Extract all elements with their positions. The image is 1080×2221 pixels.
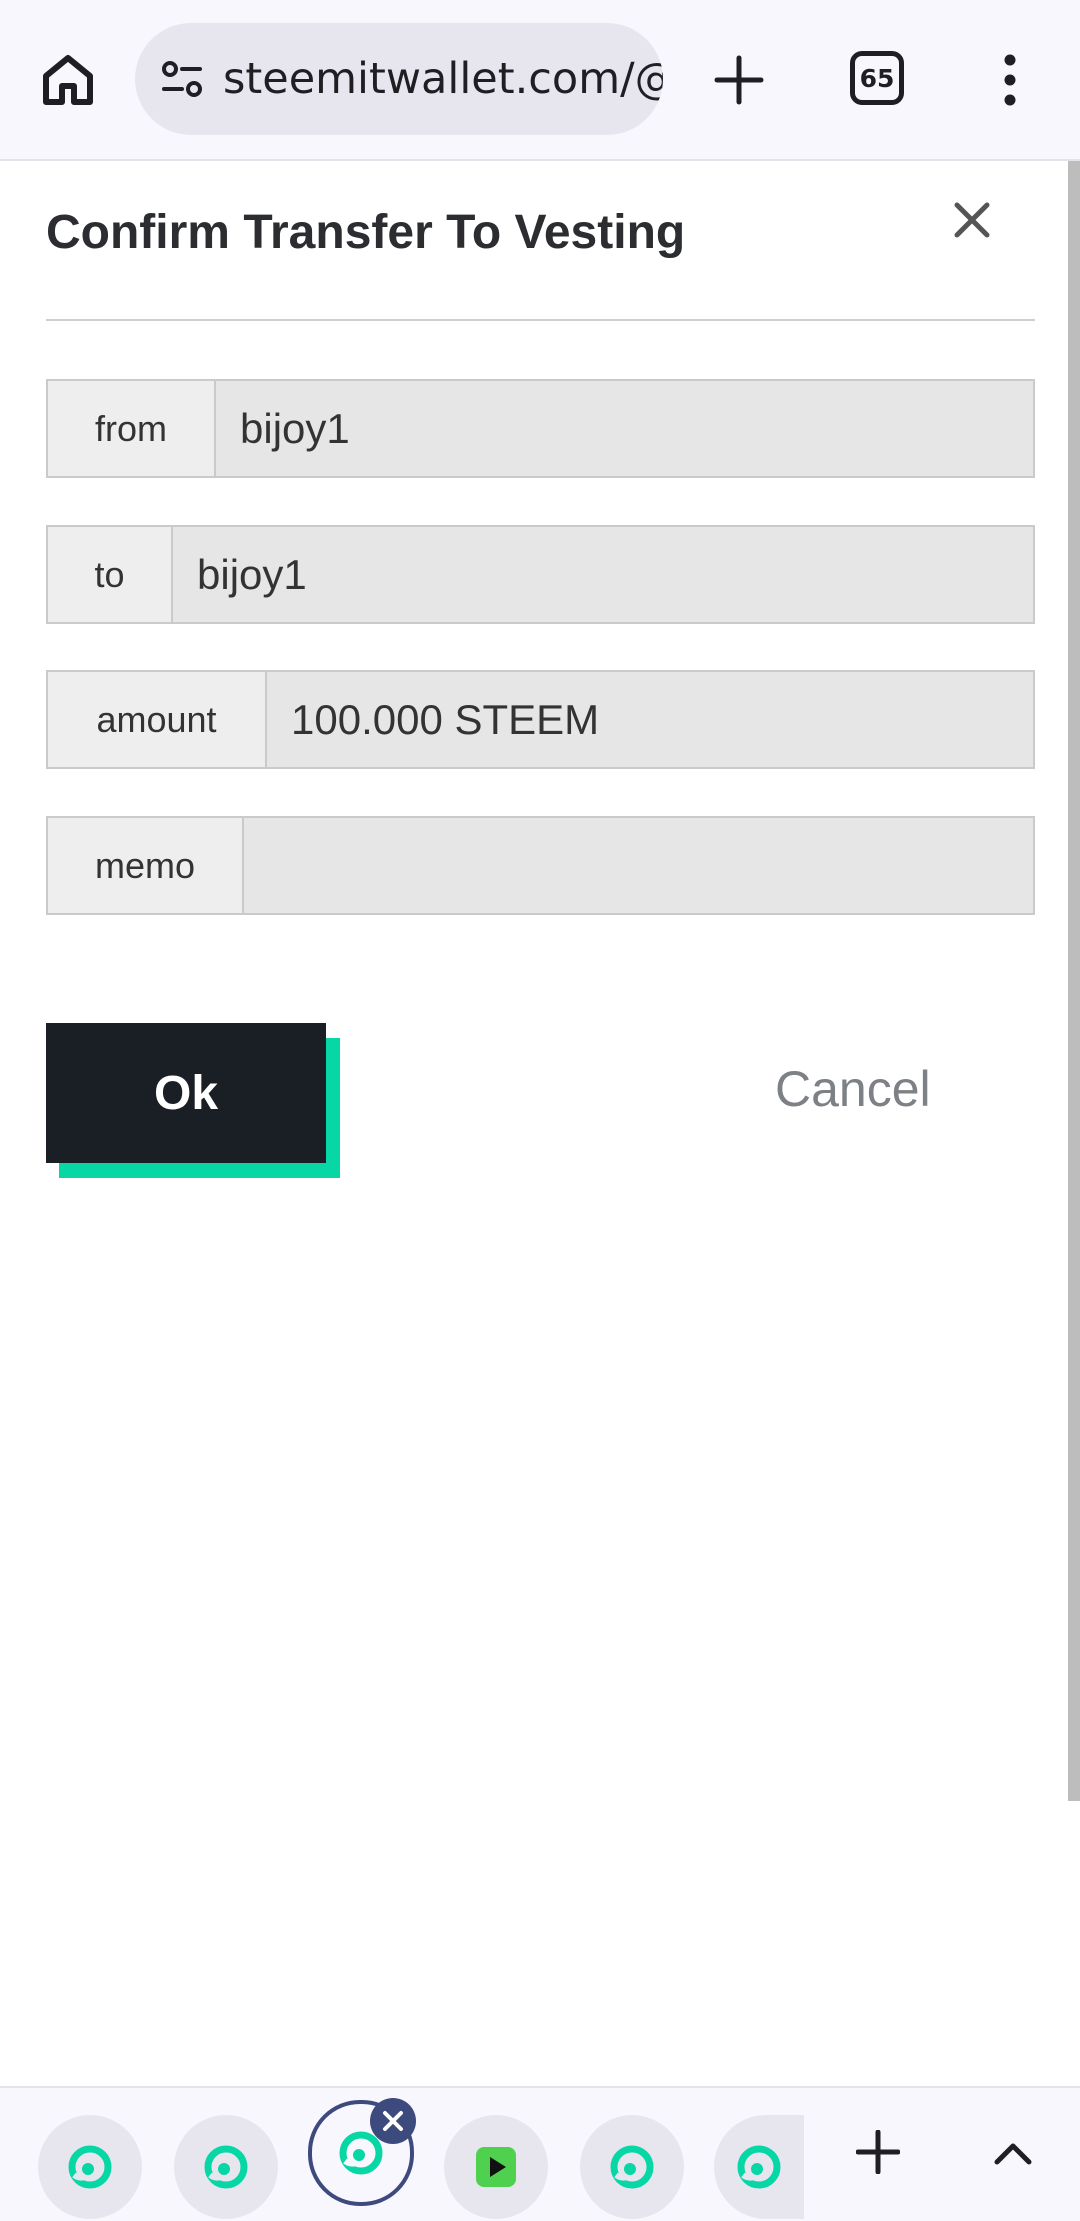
scrollbar[interactable] <box>1068 161 1080 1801</box>
tab-switcher-button[interactable]: 65 <box>850 51 904 105</box>
from-value: bijoy1 <box>216 381 1033 476</box>
close-icon[interactable] <box>944 192 1000 248</box>
from-label: from <box>48 381 216 476</box>
memo-label: memo <box>48 818 244 913</box>
tab-play[interactable] <box>444 2115 548 2219</box>
title-divider <box>46 319 1035 321</box>
to-value: bijoy1 <box>173 527 1033 622</box>
url-text[interactable]: steemitwallet.com/@ <box>223 54 663 104</box>
steemit-icon <box>201 2142 251 2192</box>
tab-steemit-2[interactable] <box>174 2115 278 2219</box>
tab-count: 65 <box>859 63 895 93</box>
chevron-up-icon[interactable] <box>985 2124 1041 2180</box>
home-icon[interactable] <box>38 50 98 110</box>
close-tab-icon[interactable] <box>370 2098 416 2144</box>
amount-label: amount <box>48 672 267 767</box>
site-settings-icon[interactable] <box>155 52 209 106</box>
plus-icon[interactable] <box>707 48 771 112</box>
memo-value <box>244 818 1033 913</box>
green-play-icon <box>471 2142 521 2192</box>
cancel-button[interactable]: Cancel <box>775 1060 931 1118</box>
plus-icon[interactable] <box>850 2124 906 2180</box>
to-label: to <box>48 527 173 622</box>
tab-steemit-5[interactable] <box>580 2115 684 2219</box>
from-field: from bijoy1 <box>46 379 1035 478</box>
dialog-title: Confirm Transfer To Vesting <box>46 206 686 259</box>
ok-button[interactable]: Ok <box>46 1023 326 1163</box>
steemit-icon <box>65 2142 115 2192</box>
to-field: to bijoy1 <box>46 525 1035 624</box>
address-bar[interactable]: steemitwallet.com/@ <box>135 23 663 135</box>
amount-value: 100.000 STEEM <box>267 672 1033 767</box>
tab-steemit-1[interactable] <box>38 2115 142 2219</box>
more-vertical-icon[interactable] <box>990 48 1030 112</box>
memo-field: memo <box>46 816 1035 915</box>
steemit-icon <box>607 2142 657 2192</box>
steemit-icon <box>734 2142 784 2192</box>
amount-field: amount 100.000 STEEM <box>46 670 1035 769</box>
